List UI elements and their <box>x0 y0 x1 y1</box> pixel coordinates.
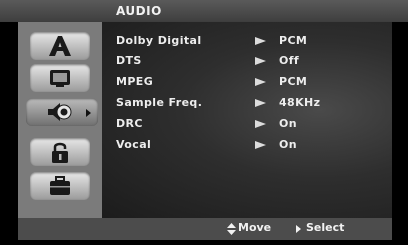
setting-label: DTS <box>116 54 142 67</box>
select-hint: Select <box>306 221 345 234</box>
setting-label: DRC <box>116 117 143 130</box>
tab-display[interactable] <box>30 64 90 92</box>
tab-others[interactable] <box>30 172 90 200</box>
title-bar: AUDIO <box>0 0 408 22</box>
active-tab-arrow-icon <box>86 109 91 117</box>
select-arrow-icon <box>296 225 301 233</box>
menu-title: AUDIO <box>116 4 162 18</box>
setting-row-sample-freq[interactable]: Sample Freq. 48KHz <box>102 94 392 114</box>
setting-row-vocal[interactable]: Vocal On <box>102 136 392 156</box>
setting-row-drc[interactable]: DRC On <box>102 115 392 135</box>
setting-value: 48KHz <box>279 96 321 109</box>
briefcase-icon <box>30 172 90 200</box>
setting-value: Off <box>279 54 300 67</box>
setting-value: PCM <box>279 75 308 88</box>
arrow-right-icon <box>255 37 266 45</box>
arrow-right-icon <box>255 120 266 128</box>
setting-label: MPEG <box>116 75 154 88</box>
setting-value: On <box>279 138 297 151</box>
display-icon <box>30 64 90 92</box>
arrow-right-icon <box>255 78 266 86</box>
setting-label: Sample Freq. <box>116 96 203 109</box>
setting-value: PCM <box>279 34 308 47</box>
setting-row-dolby-digital[interactable]: Dolby Digital PCM <box>102 32 392 52</box>
lock-icon <box>30 138 90 166</box>
setting-label: Dolby Digital <box>116 34 202 47</box>
arrow-right-icon <box>255 57 266 65</box>
setting-value: On <box>279 117 297 130</box>
tab-lock[interactable] <box>30 138 90 166</box>
dvd-setup-screen: AUDIO Dolby Digital PCM DTS Off MPEG PCM… <box>0 0 408 245</box>
language-A-icon <box>30 32 90 60</box>
settings-panel: Dolby Digital PCM DTS Off MPEG PCM Sampl… <box>102 22 392 218</box>
setting-row-mpeg[interactable]: MPEG PCM <box>102 73 392 93</box>
arrow-right-icon <box>255 99 266 107</box>
setting-label: Vocal <box>116 138 152 151</box>
arrow-right-icon <box>255 141 266 149</box>
left-border <box>0 22 18 245</box>
bottom-border <box>0 240 408 245</box>
setting-row-dts[interactable]: DTS Off <box>102 52 392 72</box>
move-hint: Move <box>238 221 272 234</box>
tab-language[interactable] <box>30 32 90 60</box>
up-down-arrows-icon <box>227 223 236 235</box>
